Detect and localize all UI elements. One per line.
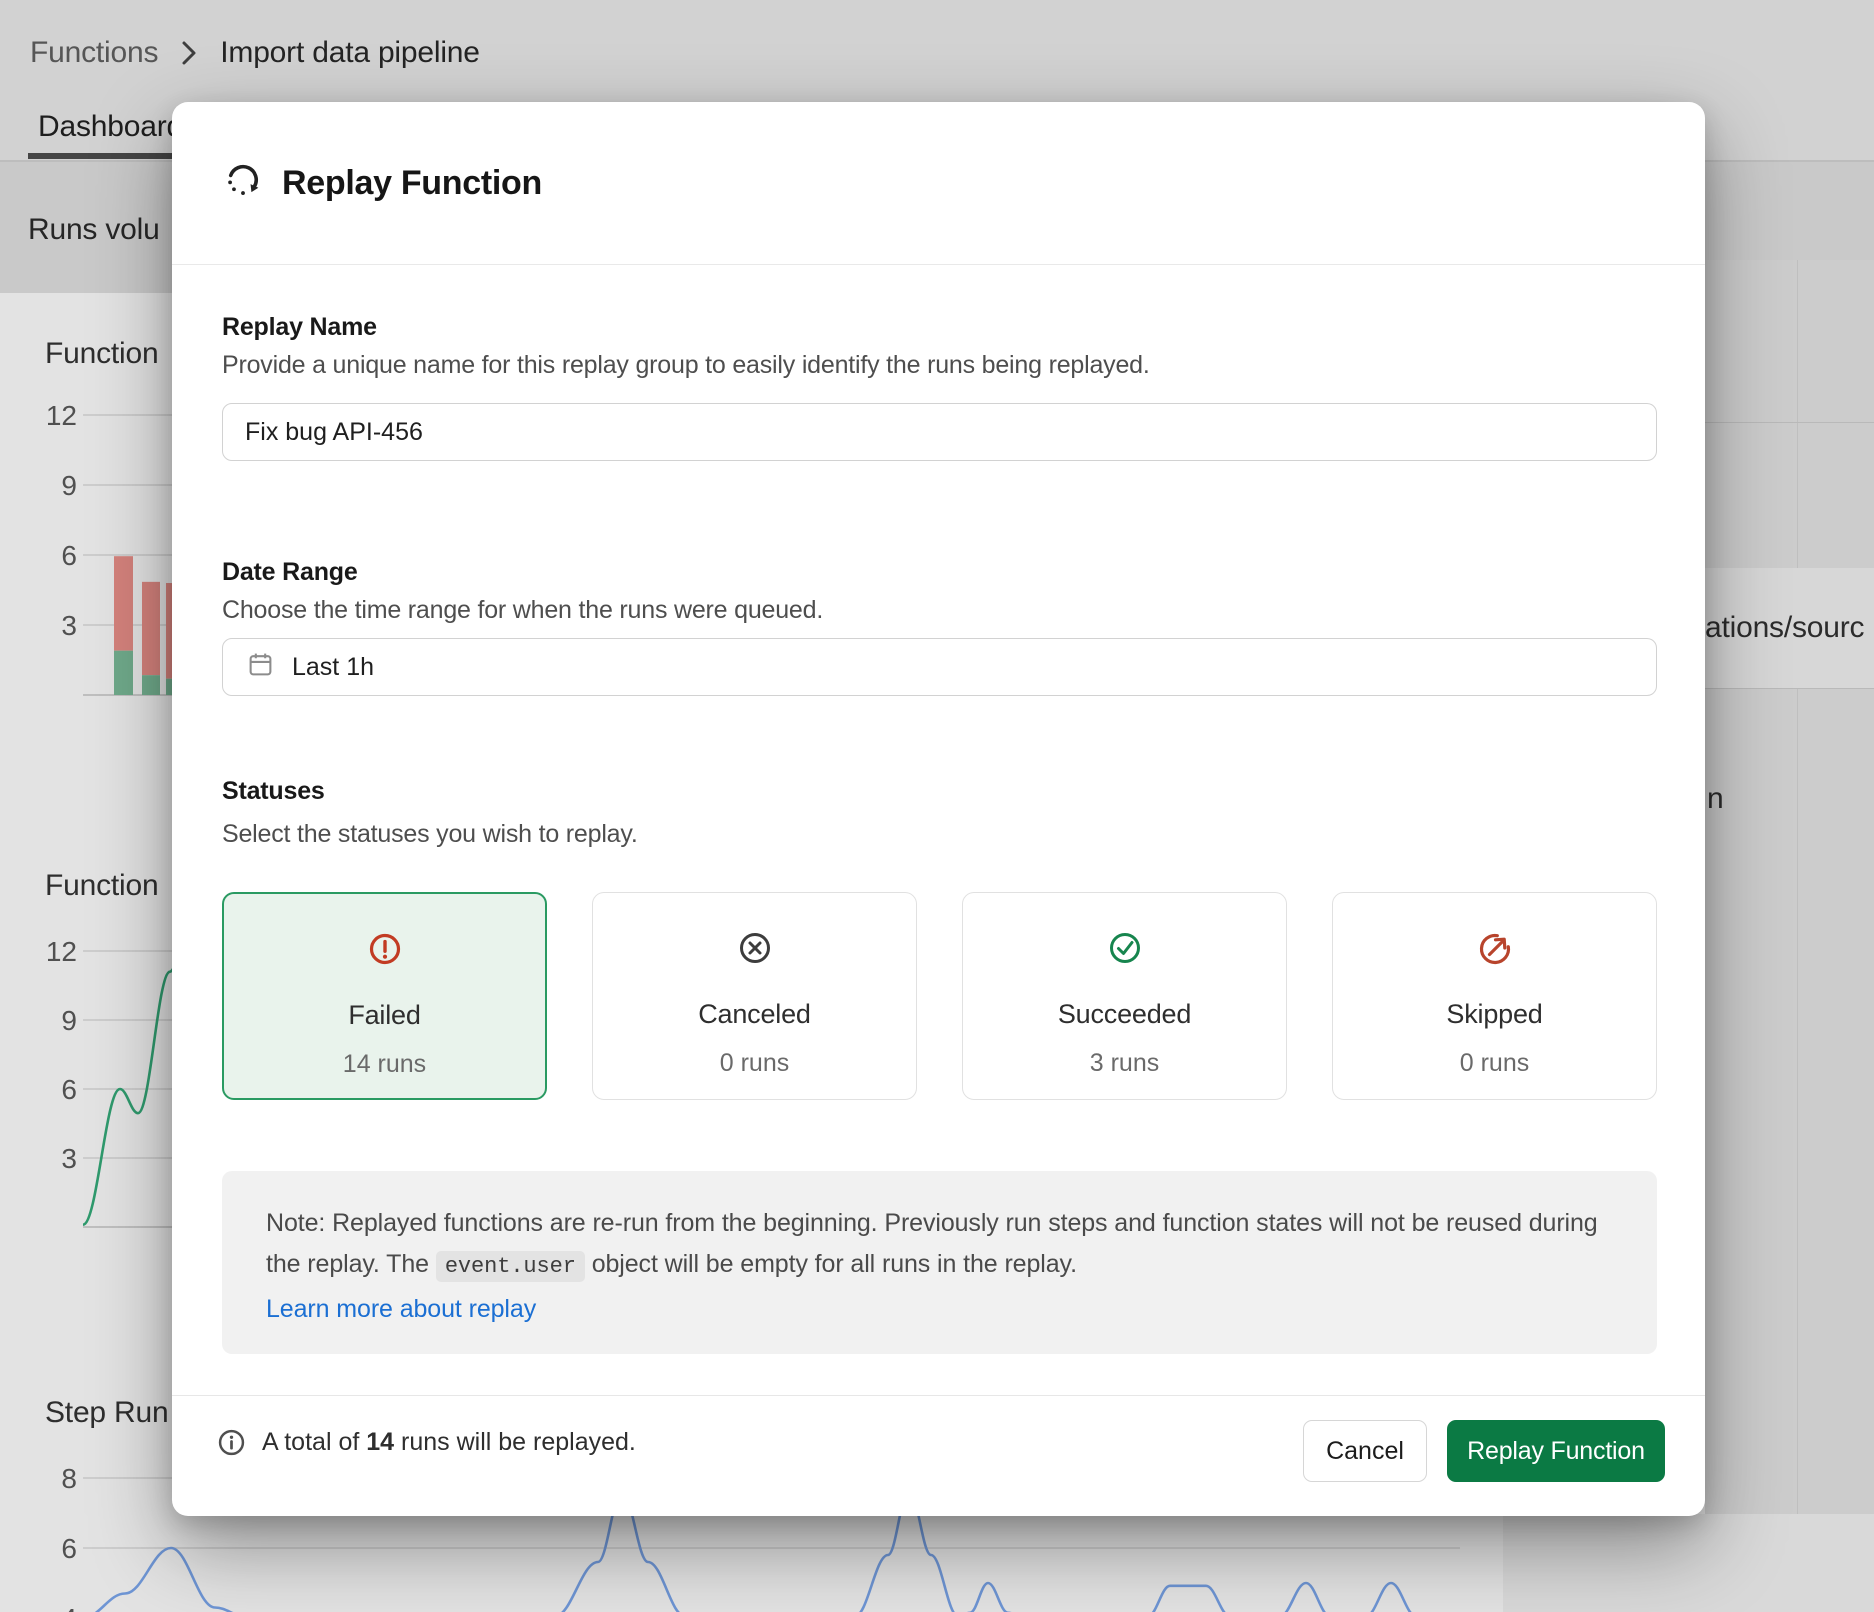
breadcrumb-current: Import data pipeline [220, 36, 480, 70]
tab-active-underline [28, 153, 176, 159]
event-user-code: event.user [436, 1251, 585, 1282]
date-range-value: Last 1h [292, 653, 374, 682]
replay-name-label: Replay Name [222, 313, 377, 342]
svg-text:6: 6 [61, 540, 77, 571]
chevron-right-icon [180, 40, 198, 66]
svg-text:6: 6 [61, 1074, 77, 1105]
status-card-name: Failed [348, 1000, 420, 1031]
note-text-after: object will be empty for all runs in the… [585, 1250, 1077, 1278]
replay-icon [222, 160, 264, 207]
tab-dashboard[interactable]: Dashboard [38, 110, 183, 144]
svg-text:3: 3 [61, 610, 77, 641]
status-card-runs: 14 runs [343, 1050, 426, 1079]
status-card-succeeded[interactable]: Succeeded 3 runs [962, 892, 1287, 1100]
date-range-description: Choose the time range for when the runs … [222, 596, 823, 625]
svg-text:8: 8 [61, 1463, 77, 1494]
status-card-skipped[interactable]: Skipped 0 runs [1332, 892, 1657, 1100]
status-card-runs: 0 runs [1460, 1049, 1529, 1078]
svg-text:3: 3 [61, 1143, 77, 1174]
succeeded-icon [1103, 926, 1147, 975]
summary-suffix: runs will be replayed. [394, 1428, 636, 1456]
status-card-name: Canceled [698, 999, 810, 1030]
screen: Functions Import data pipeline Dashboard… [0, 0, 1874, 1612]
replay-name-description: Provide a unique name for this replay gr… [222, 351, 1150, 380]
summary-count: 14 [366, 1428, 394, 1456]
failed-icon [363, 927, 407, 976]
right-panel-divider [1705, 422, 1874, 423]
status-card-failed[interactable]: Failed 14 runs [222, 892, 547, 1100]
replay-note: Note: Replayed functions are re-run from… [222, 1171, 1657, 1354]
replay-summary: A total of 14 runs will be replayed. [218, 1428, 636, 1457]
date-range-label: Date Range [222, 558, 358, 587]
info-icon [218, 1429, 245, 1456]
background-bottom-right [1503, 1514, 1874, 1612]
svg-text:12: 12 [46, 936, 77, 967]
modal-footer: A total of 14 runs will be replayed. Can… [172, 1396, 1705, 1516]
date-range-input[interactable]: Last 1h [222, 638, 1657, 696]
background-right-panel: ations/sourc n [1705, 260, 1874, 1514]
statuses-label: Statuses [222, 777, 325, 806]
breadcrumb: Functions Import data pipeline [30, 36, 480, 70]
runs-volume-title: Runs volu [28, 213, 160, 247]
modal-title: Replay Function [282, 164, 542, 203]
replay-function-modal: Replay Function Replay Name Provide a un… [172, 102, 1705, 1516]
right-panel-column-divider [1797, 260, 1798, 1514]
skipped-icon [1473, 926, 1517, 975]
learn-more-link[interactable]: Learn more about replay [266, 1289, 536, 1330]
summary-prefix: A total of [262, 1428, 366, 1456]
status-card-name: Skipped [1446, 999, 1542, 1030]
right-panel-partial-text: n [1707, 782, 1724, 816]
statuses-description: Select the statuses you wish to replay. [222, 820, 638, 849]
right-panel-divider [1705, 688, 1874, 689]
status-card-runs: 3 runs [1090, 1049, 1159, 1078]
right-panel-row: ations/sourc [1705, 568, 1874, 688]
svg-text:4: 4 [61, 1603, 77, 1612]
right-panel-row-text: ations/sourc [1705, 611, 1864, 645]
canceled-icon [733, 926, 777, 975]
svg-text:9: 9 [61, 1005, 77, 1036]
status-card-canceled[interactable]: Canceled 0 runs [592, 892, 917, 1100]
svg-text:12: 12 [46, 400, 77, 431]
svg-text:6: 6 [61, 1533, 77, 1564]
calendar-icon [247, 651, 274, 683]
chart2-title: Function [45, 869, 158, 903]
replay-name-input[interactable] [222, 403, 1657, 461]
cancel-button[interactable]: Cancel [1303, 1420, 1427, 1482]
status-card-runs: 0 runs [720, 1049, 789, 1078]
function-line-chart: 12 9 6 3 [0, 900, 177, 1240]
breadcrumb-functions[interactable]: Functions [30, 36, 158, 70]
modal-header: Replay Function [172, 102, 1705, 265]
replay-function-button[interactable]: Replay Function [1447, 1420, 1665, 1482]
status-card-name: Succeeded [1058, 999, 1191, 1030]
svg-text:9: 9 [61, 470, 77, 501]
function-stacked-bar-chart: 12 9 6 3 [0, 293, 177, 723]
